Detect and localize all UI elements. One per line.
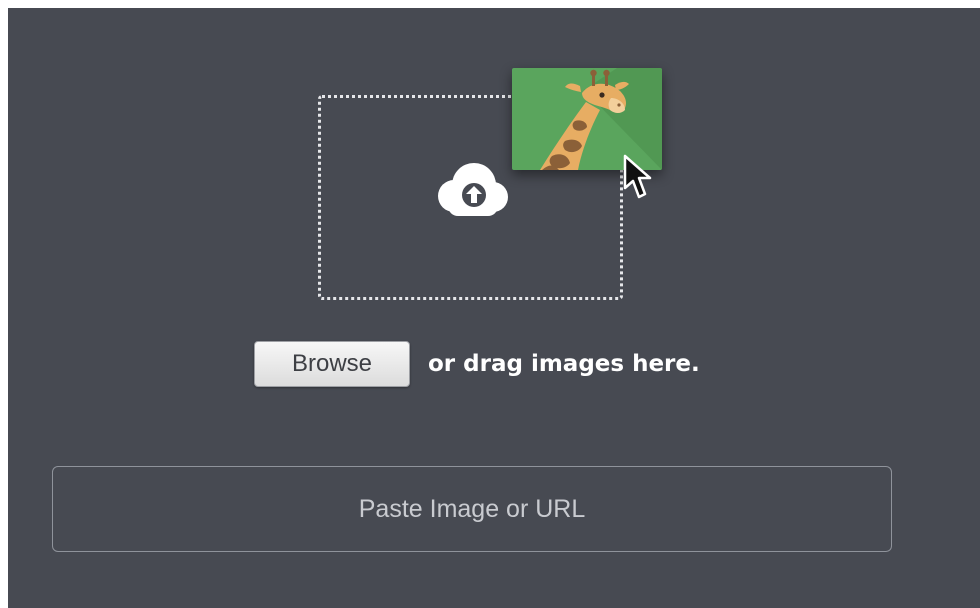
mouse-cursor-icon xyxy=(623,154,652,199)
drag-images-instruction: or drag images here. xyxy=(428,351,700,377)
cloud-upload-icon[interactable] xyxy=(430,160,514,220)
paste-image-url-field[interactable] xyxy=(52,466,892,552)
browse-button[interactable]: Browse xyxy=(254,341,410,387)
